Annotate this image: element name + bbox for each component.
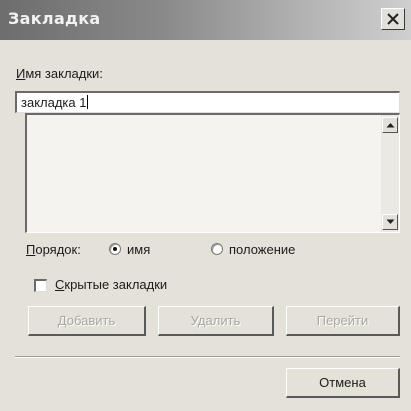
scroll-up-button[interactable] (382, 117, 398, 133)
sort-by-name-label[interactable]: имя (127, 242, 150, 257)
bookmark-name-input[interactable]: закладка 1 (15, 91, 400, 113)
sort-by-position-radio[interactable] (211, 243, 223, 255)
text-caret (87, 95, 89, 109)
hidden-bookmarks-label[interactable]: Скрытые закладки (55, 277, 167, 292)
list-scrollbar[interactable] (381, 115, 399, 232)
close-icon (387, 13, 399, 25)
bookmarks-list[interactable] (25, 113, 400, 233)
sort-order-label-text: орядок: (35, 242, 81, 257)
bookmark-name-label-text: мя закладки: (25, 66, 103, 81)
bookmark-name-label: Имя закладки: (16, 66, 103, 81)
dialog-title: Закладка (8, 9, 101, 28)
sort-by-name-radio[interactable] (109, 243, 121, 255)
divider (15, 356, 400, 358)
add-button[interactable]: Добавить (28, 306, 146, 336)
goto-button[interactable]: Перейти (286, 306, 400, 336)
sort-order-label: Порядок: (26, 242, 81, 257)
bookmark-name-value: закладка 1 (21, 95, 87, 110)
hidden-bookmarks-checkbox[interactable] (34, 279, 47, 292)
title-bar: Закладка (0, 0, 411, 40)
bookmark-dialog: Закладка Имя закладки: закладка 1 Порядо… (0, 0, 411, 411)
arrow-down-icon (386, 219, 395, 224)
delete-button[interactable]: Удалить (158, 306, 274, 336)
scroll-down-button[interactable] (382, 214, 398, 230)
close-button[interactable] (381, 8, 405, 30)
arrow-up-icon (386, 123, 395, 128)
sort-by-position-label[interactable]: положение (229, 242, 295, 257)
hidden-bookmarks-label-text: крытые закладки (64, 277, 168, 292)
cancel-button[interactable]: Отмена (286, 368, 400, 398)
